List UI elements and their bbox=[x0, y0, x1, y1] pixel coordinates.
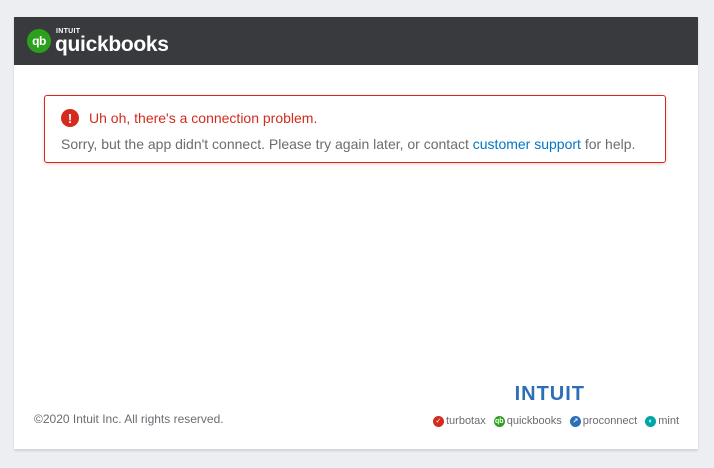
quickbooks-logo: qb INTUIT quickbooks bbox=[27, 28, 169, 55]
alert-title-row: ! Uh oh, there's a connection problem. bbox=[61, 109, 665, 127]
qb-logo-wordmark: INTUIT quickbooks bbox=[55, 28, 169, 55]
connection-error-alert: ! Uh oh, there's a connection problem. S… bbox=[44, 95, 666, 163]
brand-label: turbotax bbox=[445, 415, 486, 427]
alert-message-suffix: for help. bbox=[580, 136, 636, 152]
error-exclamation-icon: ! bbox=[61, 109, 79, 127]
brand-proconnect: ↗ proconnect bbox=[569, 415, 638, 427]
header-bar: qb INTUIT quickbooks bbox=[14, 17, 698, 65]
intuit-logo: INTUIT bbox=[514, 383, 585, 405]
mint-leaf-icon: ◐ bbox=[645, 415, 657, 427]
qb-logo-icon: qb bbox=[27, 29, 51, 53]
brand-label: proconnect bbox=[582, 415, 638, 427]
qb-logo-name-text: quickbooks bbox=[55, 32, 169, 56]
brand-list: ✓ turbotax qb quickbooks ↗ proconnect ◐ … bbox=[432, 415, 679, 427]
copyright-text: ©2020 Intuit Inc. All rights reserved. bbox=[34, 412, 224, 426]
alert-message: Sorry, but the app didn't connect. Pleas… bbox=[61, 136, 665, 152]
customer-support-link[interactable]: customer support bbox=[473, 136, 581, 152]
brand-turbotax: ✓ turbotax bbox=[432, 415, 486, 427]
quickbooks-mini-icon: qb bbox=[493, 415, 505, 427]
brand-label: quickbooks bbox=[506, 415, 562, 427]
alert-message-prefix: Sorry, but the app didn't connect. Pleas… bbox=[61, 136, 473, 152]
proconnect-arrow-icon: ↗ bbox=[569, 415, 581, 427]
turbotax-check-icon: ✓ bbox=[432, 415, 444, 427]
brand-mint: ◐ mint bbox=[645, 415, 679, 427]
main-card: qb INTUIT quickbooks ! Uh oh, there's a … bbox=[14, 17, 698, 450]
brand-quickbooks: qb quickbooks bbox=[493, 415, 562, 427]
brand-label: mint bbox=[658, 415, 679, 427]
alert-title: Uh oh, there's a connection problem. bbox=[89, 110, 318, 126]
